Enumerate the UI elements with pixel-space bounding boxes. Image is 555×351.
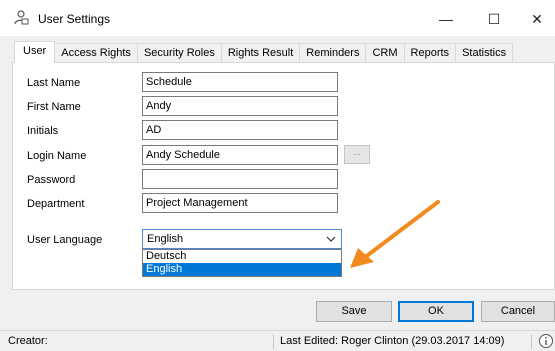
- tab-rights-result[interactable]: Rights Result: [220, 43, 301, 63]
- password-label: Password: [27, 174, 76, 186]
- minimize-icon: —: [439, 11, 453, 27]
- tab-access-rights[interactable]: Access Rights: [54, 43, 138, 63]
- login-name-label: Login Name: [27, 150, 87, 162]
- cancel-button[interactable]: Cancel: [481, 301, 555, 322]
- save-button[interactable]: Save: [316, 301, 392, 322]
- status-separator: [531, 334, 532, 349]
- department-label: Department: [27, 198, 85, 210]
- tab-user[interactable]: User: [14, 41, 56, 63]
- chevron-down-icon: [326, 236, 336, 242]
- maximize-button[interactable]: ☐: [476, 6, 512, 32]
- orange-arrow-annotation: [350, 200, 440, 268]
- language-option-deutsch[interactable]: Deutsch: [143, 250, 341, 263]
- last-name-field[interactable]: Schedule: [142, 72, 338, 92]
- close-button[interactable]: ✕: [519, 6, 555, 32]
- user-tab-panel: Last Name Schedule First Name Andy Initi…: [12, 62, 555, 290]
- tab-reports[interactable]: Reports: [403, 43, 457, 63]
- user-language-select[interactable]: English: [142, 229, 342, 249]
- tab-statistics[interactable]: Statistics: [455, 43, 514, 63]
- info-icon[interactable]: [538, 333, 554, 349]
- tab-strip: User Access Rights Security Roles Rights…: [14, 41, 514, 63]
- status-separator: [273, 334, 274, 349]
- tab-crm[interactable]: CRM: [365, 43, 405, 63]
- close-icon: ✕: [531, 10, 543, 27]
- initials-label: Initials: [27, 125, 59, 137]
- first-name-label: First Name: [27, 101, 81, 113]
- user-language-dropdown: Deutsch English: [142, 249, 342, 277]
- tab-reminders[interactable]: Reminders: [299, 43, 367, 63]
- ok-button[interactable]: OK: [398, 301, 474, 322]
- department-field[interactable]: Project Management: [142, 193, 338, 213]
- status-bar: Creator: Last Edited: Roger Clinton (29.…: [0, 330, 555, 351]
- last-name-label: Last Name: [27, 77, 81, 89]
- language-option-english[interactable]: English: [143, 263, 341, 276]
- password-field[interactable]: [142, 169, 338, 189]
- last-edited-status: Last Edited: Roger Clinton (29.03.2017 1…: [280, 335, 505, 347]
- dialog-client-area: User Access Rights Security Roles Rights…: [0, 36, 555, 330]
- user-settings-icon: [14, 10, 29, 25]
- login-name-browse-button[interactable]: ...: [344, 145, 370, 164]
- minimize-button[interactable]: —: [428, 6, 464, 32]
- login-name-field[interactable]: Andy Schedule: [142, 145, 338, 165]
- maximize-icon: ☐: [487, 10, 501, 27]
- tab-security-roles[interactable]: Security Roles: [136, 43, 222, 63]
- window-title: User Settings: [38, 12, 111, 26]
- first-name-field[interactable]: Andy: [142, 96, 338, 116]
- user-language-selected: English: [147, 233, 184, 245]
- initials-field[interactable]: AD: [142, 120, 338, 140]
- creator-status: Creator:: [8, 335, 48, 347]
- user-language-label: User Language: [27, 234, 103, 246]
- title-bar: User Settings — ☐ ✕: [0, 0, 555, 36]
